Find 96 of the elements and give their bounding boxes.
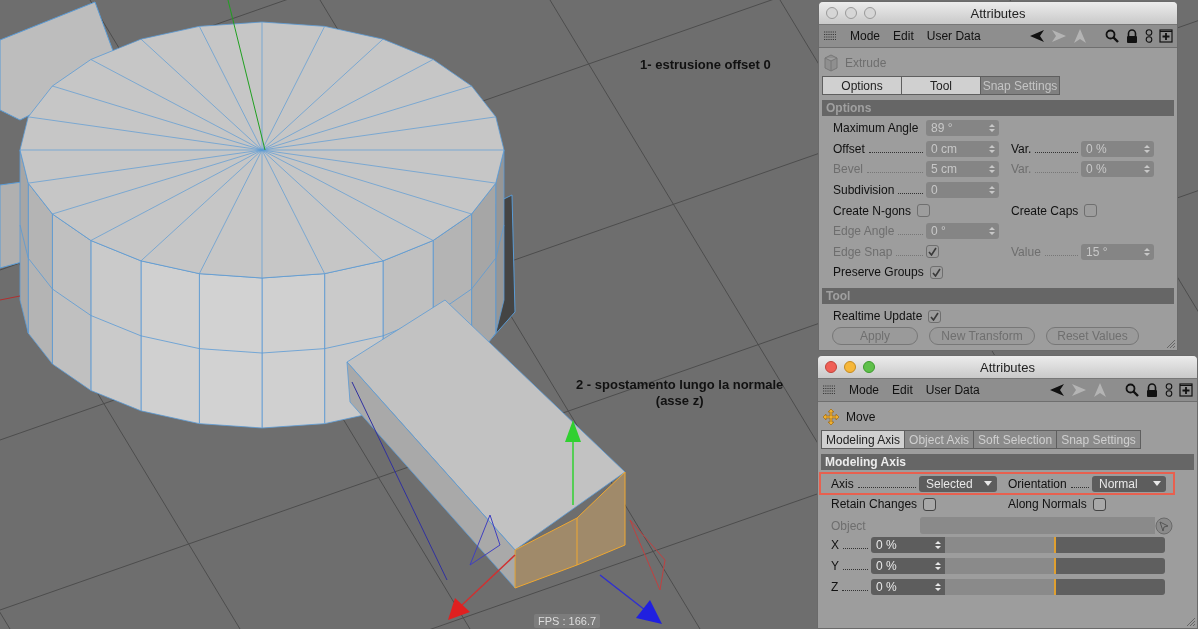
checkbox[interactable] <box>1084 204 1098 218</box>
spinner-icon[interactable] <box>989 164 995 175</box>
tab[interactable]: Snap Settings <box>1056 430 1141 449</box>
search-icon[interactable] <box>1125 383 1139 397</box>
field-label: Orientation <box>1008 476 1092 491</box>
tab[interactable]: Soft Selection <box>973 430 1058 449</box>
spinner-icon[interactable] <box>935 561 941 572</box>
number-field[interactable]: 0 % <box>871 558 945 575</box>
rings-icon[interactable] <box>1165 383 1173 397</box>
forward-arrow-icon[interactable] <box>1071 383 1087 397</box>
pick-icon[interactable] <box>1155 516 1173 535</box>
checkbox[interactable] <box>917 204 931 218</box>
field-label: Y <box>831 559 871 574</box>
dropdown[interactable]: Selected <box>919 475 997 492</box>
spinner-icon[interactable] <box>989 123 995 134</box>
window-title: Attributes <box>979 359 1036 375</box>
checkbox[interactable] <box>923 497 937 511</box>
number-field[interactable]: 89 ° <box>926 120 999 137</box>
plus-square-icon[interactable] <box>1179 383 1193 397</box>
minimize-button[interactable] <box>844 361 856 373</box>
tab[interactable]: Object Axis <box>904 430 975 449</box>
caret-icon <box>984 481 992 486</box>
number-field[interactable]: 0 <box>926 182 999 199</box>
spinner-icon[interactable] <box>989 185 995 196</box>
up-arrow-icon[interactable] <box>1073 29 1087 43</box>
spinner-icon[interactable] <box>935 581 941 592</box>
field-label: Maximum Angle <box>833 121 920 136</box>
section-header: Tool <box>822 287 1174 304</box>
tab[interactable]: Options <box>822 76 902 95</box>
tool-name: Move <box>846 410 876 424</box>
link-field[interactable] <box>920 517 1155 535</box>
number-field[interactable]: 0 cm <box>926 140 999 157</box>
field-label: Z <box>831 579 871 594</box>
field-label: Create N-gons <box>833 203 912 218</box>
field-label: Subdivision <box>833 183 926 198</box>
section-header: Options <box>822 100 1174 116</box>
fps-counter: FPS : 166.7 <box>534 614 601 628</box>
lock-icon[interactable] <box>1145 383 1159 397</box>
field-label: Realtime Update <box>833 309 923 324</box>
minimize-button[interactable] <box>845 7 857 19</box>
slider[interactable] <box>945 537 1165 554</box>
spinner-icon[interactable] <box>1144 246 1150 257</box>
back-arrow-icon[interactable] <box>1029 29 1045 43</box>
dropdown[interactable]: Normal <box>1092 475 1166 492</box>
zoom-button[interactable] <box>863 361 875 373</box>
grip-icon[interactable] <box>823 29 837 43</box>
tab[interactable]: Tool <box>901 76 981 95</box>
spinner-icon[interactable] <box>935 540 941 551</box>
checkbox[interactable] <box>929 265 943 279</box>
move-arrows-icon <box>822 408 840 426</box>
tab[interactable]: Snap Settings <box>980 76 1060 95</box>
plus-square-icon[interactable] <box>1159 29 1173 43</box>
field-label: Preserve Groups <box>833 265 924 280</box>
resize-grip-icon[interactable] <box>1186 617 1196 627</box>
checkbox[interactable] <box>1092 497 1106 511</box>
number-field[interactable]: 0 % <box>1081 140 1154 157</box>
checkbox[interactable] <box>928 309 942 323</box>
zoom-button[interactable] <box>864 7 876 19</box>
slider[interactable] <box>945 558 1165 575</box>
field-label: Var. <box>1011 141 1081 156</box>
close-button[interactable] <box>825 361 837 373</box>
field-label: X <box>831 538 871 553</box>
up-arrow-icon[interactable] <box>1093 383 1107 397</box>
caret-icon <box>1153 481 1161 486</box>
tab[interactable]: Modeling Axis <box>821 430 906 449</box>
forward-arrow-icon[interactable] <box>1051 29 1067 43</box>
section-header: Modeling Axis <box>821 454 1194 470</box>
menu-item[interactable]: Mode <box>849 383 880 397</box>
menu-item[interactable]: User Data <box>925 383 980 397</box>
menu-item[interactable]: User Data <box>926 29 981 43</box>
spinner-icon[interactable] <box>989 143 995 154</box>
annotation-text: 2 - spostamento lungo la normale (asse z) <box>576 377 784 409</box>
field-label: Offset <box>833 141 926 156</box>
grip-icon[interactable] <box>822 383 836 397</box>
resize-grip-icon[interactable] <box>1166 339 1176 349</box>
menu-item[interactable]: Mode <box>850 29 881 43</box>
field-label: Axis <box>831 476 919 491</box>
cube-icon <box>823 54 839 72</box>
menu-item[interactable]: Edit <box>893 29 914 43</box>
back-arrow-icon[interactable] <box>1049 383 1065 397</box>
menu-item[interactable]: Edit <box>892 383 913 397</box>
spinner-icon[interactable] <box>1144 164 1150 175</box>
spinner-icon[interactable] <box>989 226 995 237</box>
search-icon[interactable] <box>1105 29 1119 43</box>
lock-icon[interactable] <box>1125 29 1139 43</box>
number-field[interactable]: 0 % <box>871 578 945 595</box>
field-label: Retain Changes <box>831 497 918 512</box>
slider[interactable] <box>945 578 1165 595</box>
window-title: Attributes <box>969 5 1027 21</box>
spinner-icon[interactable] <box>1144 143 1150 154</box>
rings-icon[interactable] <box>1145 29 1153 43</box>
annotation-text: 1- estrusione offset 0 <box>640 57 771 73</box>
close-button[interactable] <box>826 7 838 19</box>
number-field[interactable]: 0 % <box>871 537 945 554</box>
field-label: Create Caps <box>1011 203 1079 218</box>
field-label: Along Normals <box>1008 497 1087 512</box>
